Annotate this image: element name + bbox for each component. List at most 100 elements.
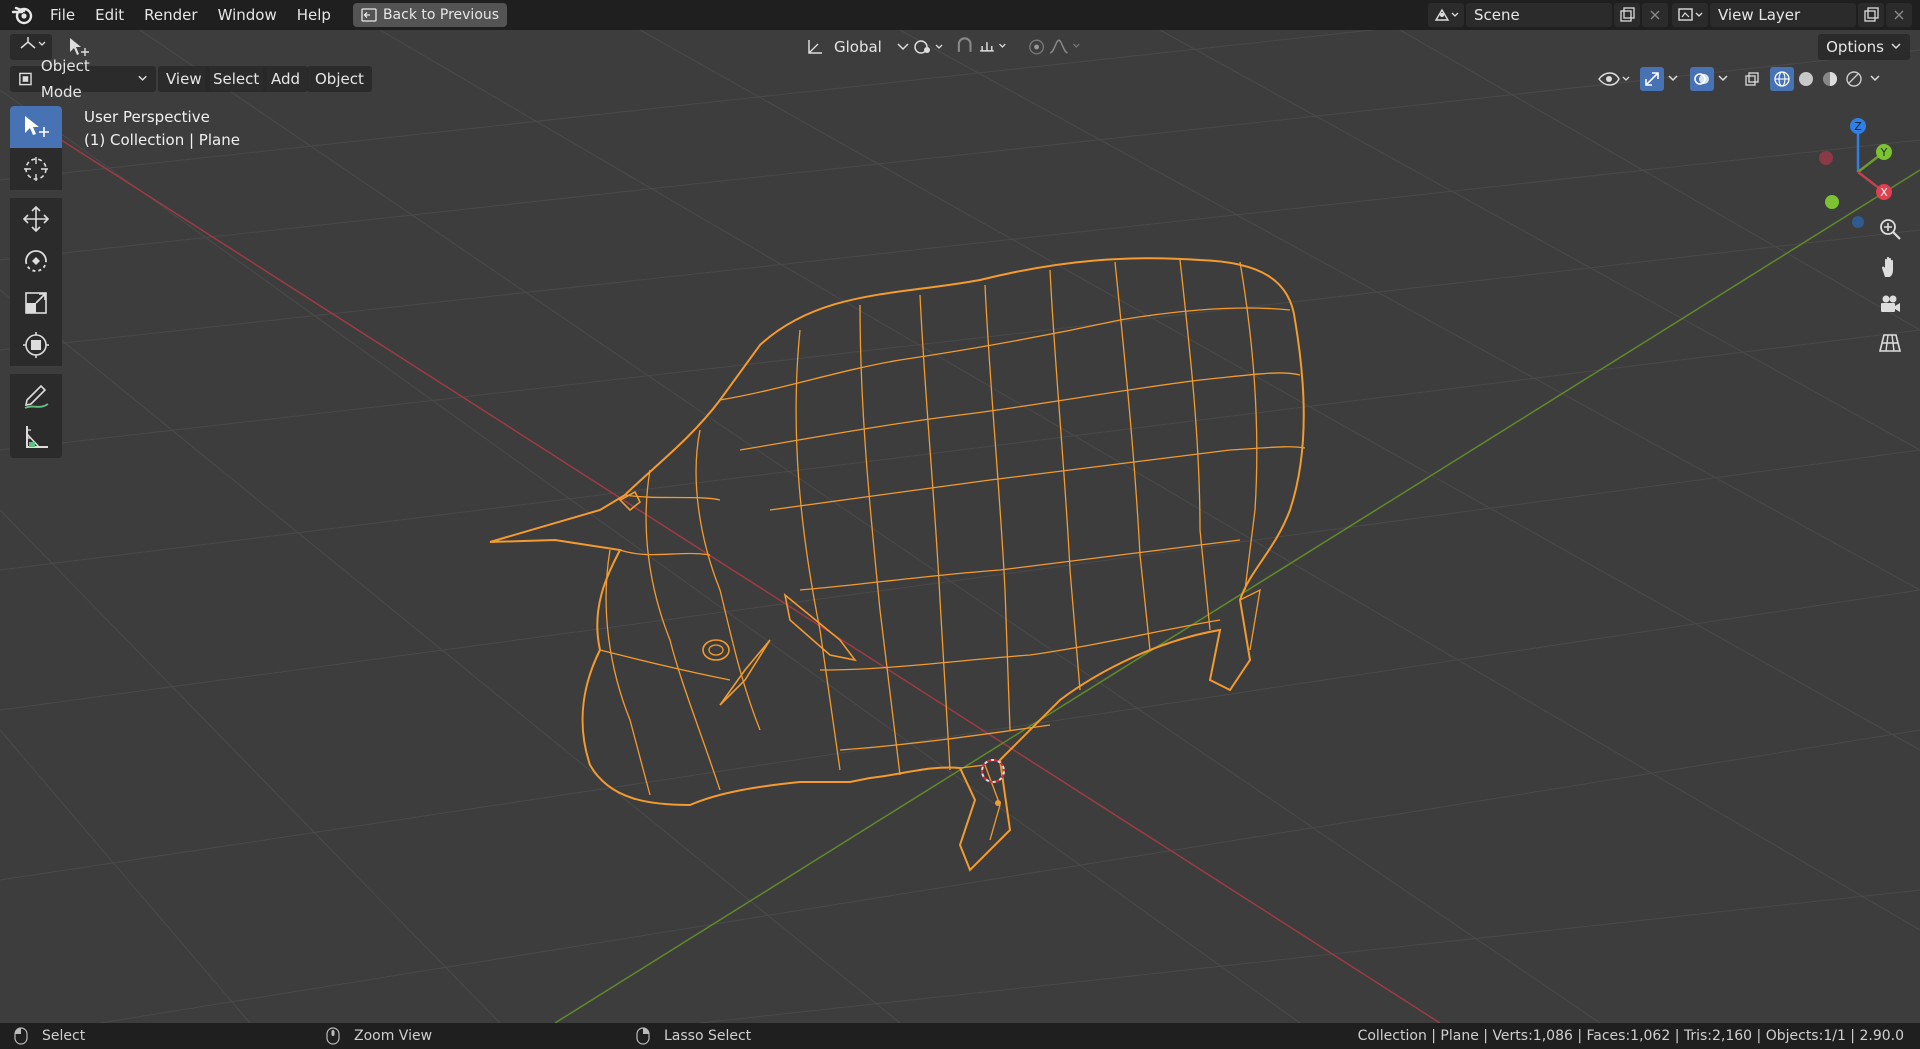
view-layer-delete-button[interactable] <box>1886 3 1912 27</box>
measure-tool[interactable] <box>10 416 62 458</box>
overlays-toggle[interactable] <box>1690 67 1714 91</box>
status-hint-zoom: Zoom View <box>326 1027 432 1045</box>
perspective-label: User Perspective <box>84 108 210 126</box>
status-zoom-label: Zoom View <box>354 1028 433 1044</box>
viewport-info: User Perspective (1) Collection | Plane <box>84 106 240 152</box>
zoom-icon <box>1880 219 1901 240</box>
menu-edit[interactable]: Edit <box>85 0 134 30</box>
menu-help[interactable]: Help <box>287 0 341 30</box>
menu-render[interactable]: Render <box>134 0 207 30</box>
move-icon <box>22 205 50 233</box>
scene-browse-button[interactable] <box>1428 3 1464 27</box>
rotate-tool[interactable] <box>10 240 62 282</box>
back-to-previous-label: Back to Previous <box>382 7 500 23</box>
pivot-point-button[interactable] <box>910 35 948 59</box>
orientation-icon <box>808 40 822 54</box>
scale-tool[interactable] <box>10 282 62 324</box>
cursor-tool[interactable] <box>10 148 62 190</box>
solid-sphere-icon <box>1799 72 1813 86</box>
x-axis-line <box>29 119 1441 1023</box>
3d-viewport[interactable]: Global Options Object Mode View Select A… <box>0 30 1920 1023</box>
options-dropdown[interactable]: Options <box>1818 34 1910 60</box>
wireframe-shading-button[interactable] <box>1770 67 1794 91</box>
menu-file[interactable]: File <box>40 0 85 30</box>
chevron-down-icon <box>1891 43 1901 50</box>
viewport-scene <box>0 30 1920 1023</box>
3d-viewport-icon <box>20 37 46 49</box>
duplicate-icon <box>1620 7 1635 22</box>
proportional-edit-icon <box>1029 39 1080 55</box>
gizmo-x-label: X <box>1880 186 1888 199</box>
snap-toggle[interactable] <box>955 35 1015 59</box>
top-bar: File Edit Render Window Help Back to Pre… <box>0 0 1920 30</box>
mouse-right-icon <box>636 1027 650 1045</box>
xray-toggle[interactable] <box>1740 67 1764 91</box>
viewport-header: Object Mode View Select Add Object <box>0 57 1920 101</box>
status-hint-lasso: Lasso Select <box>636 1027 751 1045</box>
scene-icon <box>1434 8 1459 21</box>
annotate-tool[interactable] <box>10 374 62 416</box>
perspective-toggle-button[interactable] <box>1870 324 1910 362</box>
solid-shading-button[interactable] <box>1794 67 1818 91</box>
chevron-down-icon <box>1668 75 1678 82</box>
menu-window[interactable]: Window <box>208 0 287 30</box>
overlays-dropdown[interactable] <box>1714 67 1732 91</box>
pan-tool-button[interactable] <box>1870 248 1910 286</box>
pig-wireframe <box>489 257 1306 872</box>
mouse-middle-icon <box>326 1027 340 1045</box>
tool-shelf <box>10 106 62 458</box>
y-axis-line <box>554 169 1920 1023</box>
mode-selector[interactable]: Object Mode <box>10 57 156 101</box>
material-sphere-icon <box>1823 72 1837 86</box>
zoom-tool-button[interactable] <box>1870 210 1910 248</box>
menu-object[interactable]: Object <box>307 66 372 92</box>
scene-name-field[interactable]: Scene <box>1466 3 1612 27</box>
wireframe-sphere-icon <box>1774 71 1790 87</box>
menu-view[interactable]: View <box>158 66 210 92</box>
orientation-label: Global <box>834 38 882 56</box>
mode-label: Object Mode <box>40 57 90 101</box>
shading-dropdown[interactable] <box>1866 67 1884 91</box>
menu-select[interactable]: Select <box>205 66 268 92</box>
gizmo-toggle[interactable] <box>1640 67 1664 91</box>
camera-view-button[interactable] <box>1870 286 1910 324</box>
blender-logo-icon[interactable] <box>10 3 34 27</box>
duplicate-icon <box>1864 7 1879 22</box>
close-icon <box>1894 10 1904 20</box>
gizmo-dropdown[interactable] <box>1664 67 1682 91</box>
visibility-button[interactable] <box>1596 67 1634 91</box>
rotate-icon <box>25 250 47 272</box>
status-select-label: Select <box>42 1028 86 1044</box>
chevron-down-icon <box>897 43 909 51</box>
back-to-previous-button[interactable]: Back to Previous <box>352 3 508 27</box>
mouse-left-icon <box>14 1027 28 1045</box>
select-box-tool[interactable] <box>10 106 62 148</box>
transform-tool[interactable] <box>10 324 62 366</box>
gizmo-z-label: Z <box>1854 120 1862 133</box>
annotate-pencil-icon <box>24 384 49 409</box>
view-layer-browse-button[interactable] <box>1672 3 1708 27</box>
chevron-down-icon <box>138 75 147 81</box>
snap-icon <box>957 37 1006 52</box>
transform-orientation[interactable]: Global <box>804 37 910 57</box>
view-layer-icon <box>1678 8 1703 21</box>
scene-delete-button[interactable] <box>1642 3 1668 27</box>
material-shading-button[interactable] <box>1818 67 1842 91</box>
hand-icon <box>1882 256 1893 277</box>
scene-new-button[interactable] <box>1614 3 1640 27</box>
move-tool[interactable] <box>10 198 62 240</box>
tool-settings-header: Global Options <box>0 30 1920 64</box>
chevron-down-icon <box>1718 75 1728 82</box>
camera-icon <box>1881 295 1900 312</box>
scale-icon <box>25 292 47 314</box>
rendered-shading-button[interactable] <box>1842 67 1866 91</box>
measure-ruler-icon <box>26 426 48 448</box>
proportional-editing-toggle[interactable] <box>1025 35 1085 59</box>
view-layer-name-field[interactable]: View Layer <box>1710 3 1856 27</box>
viewport-shading-controls <box>1596 67 1884 91</box>
menu-add[interactable]: Add <box>263 66 309 92</box>
gizmo-y-label: Y <box>1880 146 1888 159</box>
back-icon <box>361 8 377 22</box>
view-layer-new-button[interactable] <box>1858 3 1884 27</box>
status-hint-select: Select <box>14 1027 85 1045</box>
